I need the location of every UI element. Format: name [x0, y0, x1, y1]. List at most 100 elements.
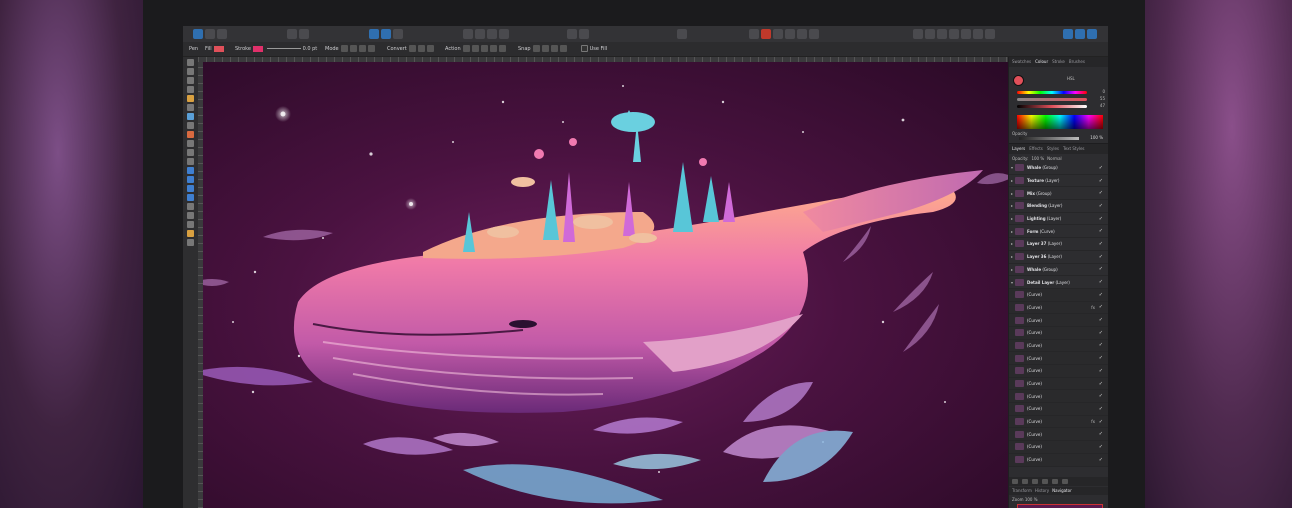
- convert-control[interactable]: Convert: [387, 44, 434, 54]
- layer-opacity-value[interactable]: 100 %: [1031, 156, 1044, 161]
- tab-text-styles[interactable]: Text Styles: [1063, 145, 1085, 153]
- move-tool-icon[interactable]: [187, 59, 194, 66]
- studio-icon-1[interactable]: [1063, 29, 1073, 39]
- layer-row[interactable]: ▸ Texture (Layer) ✓: [1009, 175, 1108, 188]
- curve-row[interactable]: (Curve) ✓: [1009, 326, 1108, 340]
- vector-brush-icon[interactable]: [187, 113, 194, 120]
- arrange-icon-4[interactable]: [949, 29, 959, 39]
- layer-row[interactable]: ▸ Layer 37 (Layer) ✓: [1009, 238, 1108, 251]
- saturation-value[interactable]: 55: [1100, 96, 1105, 101]
- layer-row[interactable]: ▸ Lighting (Layer) ✓: [1009, 213, 1108, 226]
- stroke-control[interactable]: Stroke: [235, 44, 263, 54]
- tab-colour[interactable]: Colour: [1035, 58, 1048, 66]
- order-forward-icon[interactable]: [487, 29, 497, 39]
- boolean-add-icon[interactable]: [773, 29, 783, 39]
- pen-tool-icon[interactable]: [187, 95, 194, 102]
- order-backward-icon[interactable]: [475, 29, 485, 39]
- studio-icon-2[interactable]: [1075, 29, 1085, 39]
- tab-history[interactable]: History: [1035, 487, 1049, 495]
- curve-row[interactable]: (Curve) ✓: [1009, 288, 1108, 302]
- curve-row[interactable]: (Curve) ✓: [1009, 365, 1108, 378]
- zoom-control[interactable]: Zoom 100 %: [1012, 497, 1038, 502]
- navigator-preview[interactable]: [1017, 504, 1103, 508]
- opacity-slider[interactable]: [1019, 137, 1079, 140]
- layer-row[interactable]: ▸ Mix (Group) ✓: [1009, 187, 1108, 201]
- curve-row[interactable]: (Curve) ✓: [1009, 339, 1108, 353]
- stroke-width-slider[interactable]: 0.0 pt: [267, 44, 317, 54]
- assistant-icon[interactable]: [749, 29, 759, 39]
- order-back-icon[interactable]: [463, 29, 473, 39]
- preferences-icon[interactable]: [299, 29, 309, 39]
- rectangle-tool-icon[interactable]: [187, 167, 194, 174]
- transparency-tool-icon[interactable]: [187, 131, 194, 138]
- tab-layers[interactable]: Layers: [1012, 145, 1025, 153]
- lightness-value[interactable]: 47: [1100, 103, 1105, 108]
- document-canvas[interactable]: [203, 62, 1008, 508]
- arrange-icon-6[interactable]: [973, 29, 983, 39]
- tab-navigator[interactable]: Navigator: [1052, 487, 1072, 495]
- colour-spectrum[interactable]: [1017, 115, 1103, 129]
- arrange-icon-3[interactable]: [937, 29, 947, 39]
- tab-transform[interactable]: Transform: [1012, 487, 1032, 495]
- tab-swatches[interactable]: Swatches: [1012, 58, 1031, 66]
- zoom-tool-icon[interactable]: [187, 239, 194, 246]
- pixel-persona-icon[interactable]: [205, 29, 215, 39]
- studio-icon-3[interactable]: [1087, 29, 1097, 39]
- isolation-icon[interactable]: [393, 29, 403, 39]
- saturation-slider[interactable]: [1017, 98, 1087, 101]
- current-colour-swatch[interactable]: [1013, 75, 1024, 86]
- tab-stroke[interactable]: Stroke: [1052, 58, 1065, 66]
- action-control[interactable]: Action: [445, 44, 506, 54]
- curve-row[interactable]: (Curve) ✓: [1009, 428, 1108, 442]
- fill-control[interactable]: Fill: [205, 44, 224, 54]
- mode-control[interactable]: Mode: [325, 44, 375, 54]
- shape-tool-icon[interactable]: [187, 194, 194, 201]
- blend-mode-select[interactable]: Normal: [1047, 156, 1061, 161]
- layer-row[interactable]: ▸ Blending (Layer) ✓: [1009, 200, 1108, 213]
- snap-control[interactable]: Snap: [518, 44, 567, 54]
- boolean-intersect-icon[interactable]: [797, 29, 807, 39]
- lightness-slider[interactable]: [1017, 105, 1087, 108]
- curve-row[interactable]: (Curve) ✓: [1009, 352, 1108, 365]
- flip-icon[interactable]: [579, 29, 589, 39]
- fill-tool-icon[interactable]: [187, 122, 194, 129]
- ellipse-tool-icon[interactable]: [187, 176, 194, 183]
- hue-slider[interactable]: [1017, 91, 1087, 94]
- curve-row[interactable]: (Curve) ✓: [1009, 390, 1108, 404]
- arrange-icon-1[interactable]: [913, 29, 923, 39]
- layer-row[interactable]: ▸ Layer 36 (Layer) ✓: [1009, 251, 1108, 264]
- artistic-text-icon[interactable]: [187, 203, 194, 210]
- tab-styles[interactable]: Styles: [1047, 145, 1059, 153]
- designer-persona-icon[interactable]: [193, 29, 203, 39]
- curve-row[interactable]: (Curve) ✓: [1009, 441, 1108, 454]
- pencil-tool-icon[interactable]: [187, 104, 194, 111]
- add-mask-icon[interactable]: [1032, 479, 1038, 484]
- align-icon[interactable]: [567, 29, 577, 39]
- insert-icon[interactable]: [677, 29, 687, 39]
- curve-row[interactable]: (Curve) fx ✓: [1009, 415, 1108, 429]
- boolean-xor-icon[interactable]: [809, 29, 819, 39]
- opacity-value[interactable]: 100 %: [1090, 135, 1103, 140]
- add-group-icon[interactable]: [1052, 479, 1058, 484]
- colour-model-select[interactable]: HSL: [1067, 76, 1075, 81]
- place-image-icon[interactable]: [187, 140, 194, 147]
- hue-value[interactable]: 0: [1102, 89, 1105, 94]
- layer-row[interactable]: ▸ Whale (Group) ✓: [1009, 264, 1108, 277]
- curve-row[interactable]: (Curve) ✓: [1009, 453, 1108, 467]
- order-front-icon[interactable]: [499, 29, 509, 39]
- add-pixel-layer-icon[interactable]: [1022, 479, 1028, 484]
- delete-layer-icon[interactable]: [1062, 479, 1068, 484]
- node-tool-icon[interactable]: [187, 68, 194, 75]
- boolean-subtract-icon[interactable]: [785, 29, 795, 39]
- arrange-icon-5[interactable]: [961, 29, 971, 39]
- crop-tool-icon[interactable]: [187, 149, 194, 156]
- export-persona-icon[interactable]: [217, 29, 227, 39]
- layer-options-icon[interactable]: [1012, 479, 1018, 484]
- point-transform-icon[interactable]: [187, 77, 194, 84]
- snapping-icon[interactable]: [381, 29, 391, 39]
- adjustment-icon[interactable]: [1042, 479, 1048, 484]
- tab-effects[interactable]: Effects: [1029, 145, 1043, 153]
- corner-tool-icon[interactable]: [187, 86, 194, 93]
- arrange-icon-7[interactable]: [985, 29, 995, 39]
- slice-tool-icon[interactable]: [187, 158, 194, 165]
